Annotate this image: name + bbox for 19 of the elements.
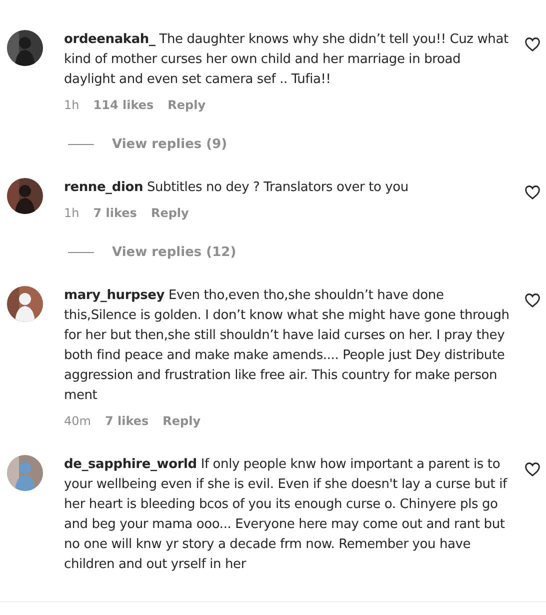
heart-icon[interactable]: [524, 184, 541, 201]
likes-count[interactable]: 114 likes: [93, 97, 154, 113]
comment-time: 1h: [64, 205, 80, 221]
heart-icon[interactable]: [524, 292, 541, 309]
reply-button[interactable]: Reply: [168, 97, 206, 113]
reply-button[interactable]: Reply: [150, 205, 189, 221]
comment-time: 1h: [64, 97, 80, 113]
heart-icon[interactable]: [524, 36, 541, 53]
view-replies-button[interactable]: View replies (9): [112, 137, 228, 152]
comment-text: de_sapphire_world If only people knw how important a parent is to your wellbeing even if she is evil. Even if she doesn't lay a curse but if her heart is bleeding bcos of you its enough curse o. Chinyere pls go and beg your mama ooo... Everyone here may come out and rant but no one will knw yr story a decade frm now. Remember you have children and out yrself in her: [64, 456, 508, 574]
comment-time: 40m: [64, 413, 91, 429]
reply-button[interactable]: Reply: [162, 413, 201, 429]
view-replies-button[interactable]: View replies (12): [112, 245, 236, 260]
comment-text: mary_hurpsey Even tho,even tho,she shouldn’t have done this,Silence is golden. I don’t know what she might have gone through for her but then,she still shouldn’t have laid curses on her. I pray they both find peace and make make amends.... People just Dey distribute aggression and frustration like free air. This country for make person ment: [64, 287, 510, 405]
likes-count[interactable]: 7 likes: [93, 205, 137, 221]
comment-text: ordeenakah_ The daughter knows why she didn’t tell you!! Cuz what kind of mother curses her own child and her marriage in broad daylight and even set camera sef .. Tufia!!: [64, 31, 510, 89]
likes-count[interactable]: 7 likes: [104, 413, 149, 429]
comment-text: renne_dion Subtitles no dey ? Translators over to you: [64, 179, 410, 197]
heart-icon[interactable]: [524, 461, 541, 478]
